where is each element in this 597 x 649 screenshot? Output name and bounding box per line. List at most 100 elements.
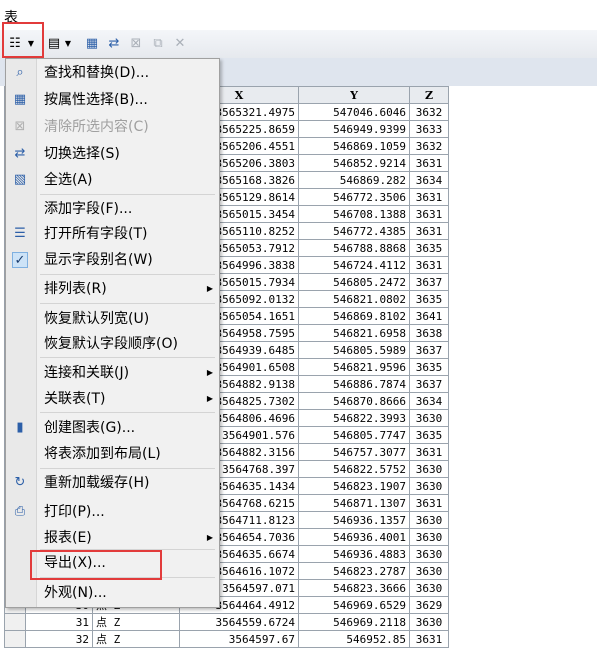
z-cell: 3631 [409,205,449,223]
menu-item[interactable]: 恢复默认字段顺序(O) [6,333,219,355]
menu-item[interactable]: 连接和关联(J) ▶ [6,362,219,384]
z-cell: 3637 [409,341,449,359]
clear-selection-icon[interactable]: ⊠ [128,36,144,52]
menu-item-label: 全选(A) [44,172,93,188]
z-cell: 3630 [409,528,449,546]
fid-cell: 31 [25,613,93,631]
fid-cell: 32 [25,630,93,648]
y-cell: 546936.4883 [298,545,410,563]
z-cell: 3630 [409,460,449,478]
z-cell: 3630 [409,511,449,529]
menu-item[interactable]: ▦ 按属性选择(B)... [6,89,219,111]
menu-item[interactable]: ✓ 显示字段别名(W) [6,249,219,271]
y-cell: 546805.2472 [298,273,410,291]
z-cell: 3638 [409,324,449,342]
y-cell: 546969.6529 [298,596,410,614]
z-cell: 3630 [409,562,449,580]
menu-item-label: 打开所有字段(T) [44,226,148,242]
menu-item[interactable]: ⇄ 切换选择(S) [6,143,219,165]
menu-item[interactable]: 恢复默认列宽(U) [6,308,219,330]
row-selector[interactable] [4,630,26,648]
delete-selected-icon[interactable]: ✕ [172,36,188,52]
y-cell: 546823.1907 [298,477,410,495]
related-tables-icon[interactable]: ▤ [46,36,62,52]
menu-item[interactable]: 关联表(T) ▶ [6,388,219,410]
select-by-attributes-icon[interactable]: ▦ [84,36,100,52]
clear-selection-icon: ⊠ [14,119,26,134]
field-list-icon: ☰ [14,226,26,241]
y-cell: 546949.9399 [298,120,410,138]
y-cell: 546821.0802 [298,290,410,308]
menu-item[interactable]: ⊠ 清除所选内容(C) [6,116,219,138]
y-cell: 546708.1388 [298,205,410,223]
menu-item-label: 外观(N)... [44,585,107,601]
menu-item-label: 创建图表(G)... [44,420,136,436]
y-cell: 546871.1307 [298,494,410,512]
menu-item-label: 查找和替换(D)... [44,65,150,81]
z-cell: 3630 [409,477,449,495]
y-cell: 546724.4112 [298,256,410,274]
y-cell: 546823.2787 [298,562,410,580]
z-cell: 3635 [409,239,449,257]
z-cell: 3631 [409,256,449,274]
table-row[interactable]: 32 点 Z 3564597.67 546952.85 3631 [4,630,449,648]
column-header-y[interactable]: Y [298,86,410,104]
menu-item[interactable]: ▮ 创建图表(G)... [6,417,219,439]
y-cell: 546886.7874 [298,375,410,393]
z-cell: 3631 [409,222,449,240]
z-cell: 3630 [409,409,449,427]
chevron-down-icon[interactable]: ▼ [64,36,72,52]
z-cell: 3634 [409,392,449,410]
z-cell: 3641 [409,307,449,325]
menu-item[interactable]: 排列表(R) ▶ [6,278,219,300]
menu-separator [40,468,215,469]
menu-separator [40,357,215,358]
y-cell: 546805.5989 [298,341,410,359]
y-cell: 546822.5752 [298,460,410,478]
menu-item[interactable]: 报表(E) ▶ [6,527,219,549]
z-cell: 3630 [409,579,449,597]
menu-item-label: 连接和关联(J) [44,365,130,381]
column-header-z[interactable]: Z [409,86,449,104]
menu-item-label: 显示字段别名(W) [44,252,153,268]
z-cell: 3637 [409,375,449,393]
y-cell: 546936.1357 [298,511,410,529]
y-cell: 546869.8102 [298,307,410,325]
export-highlight [30,550,162,580]
shape-cell: 点 Z [92,613,180,631]
z-cell: 3631 [409,443,449,461]
z-cell: 3637 [409,273,449,291]
y-cell: 546823.3666 [298,579,410,597]
y-cell: 546821.9596 [298,358,410,376]
menu-item[interactable]: ▧ 全选(A) [6,169,219,191]
y-cell: 546822.3993 [298,409,410,427]
submenu-arrow-icon: ▶ [206,394,213,403]
menu-item[interactable]: ↻ 重新加载缓存(H) [6,472,219,494]
zoom-to-selected-icon[interactable]: ⧉ [150,36,166,52]
table-row[interactable]: 31 点 Z 3564559.6724 546969.2118 3630 [4,613,449,631]
table-options-highlight [2,22,44,58]
menu-item[interactable]: ⎙ 打印(P)... [6,501,219,523]
menu-item-label: 切换选择(S) [44,146,120,162]
menu-item[interactable]: 外观(N)... [6,582,219,604]
switch-selection-icon[interactable]: ⇄ [106,36,122,52]
menu-item[interactable]: ☰ 打开所有字段(T) [6,223,219,245]
refresh-icon: ↻ [14,475,26,490]
submenu-arrow-icon: ▶ [206,368,213,377]
y-cell: 546936.4001 [298,528,410,546]
table-toolbar: ☷ ▼ ▤ ▼ ▦ ⇄ ⊠ ⧉ ✕ [0,30,597,59]
y-cell: 546772.4385 [298,222,410,240]
z-cell: 3630 [409,545,449,563]
z-cell: 3635 [409,358,449,376]
menu-item-label: 关联表(T) [44,391,106,407]
menu-item-label: 添加字段(F)... [44,201,133,217]
table-options-menu: ⌕ 查找和替换(D)... ▦ 按属性选择(B)... ⊠ 清除所选内容(C) ⇄ 切换选择(… [5,58,220,608]
row-selector[interactable] [4,613,26,631]
switch-selection-icon: ⇄ [14,146,26,161]
menu-item[interactable]: ⌕ 查找和替换(D)... [6,62,219,84]
window-titlebar: 表 [0,0,597,30]
menu-item[interactable]: 将表添加到布局(L) [6,443,219,465]
y-cell: 546821.6958 [298,324,410,342]
z-cell: 3631 [409,188,449,206]
menu-item[interactable]: 添加字段(F)... [6,198,219,220]
